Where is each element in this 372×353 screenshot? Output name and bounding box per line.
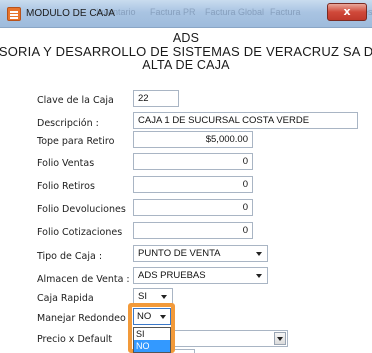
redondeo-value: NO — [137, 311, 152, 322]
redondeo-dropdown-list: SI NO — [133, 327, 171, 353]
chevron-down-icon — [277, 337, 283, 341]
dropdown-button[interactable] — [274, 332, 286, 345]
dropdown-option-si[interactable]: SI — [134, 328, 170, 340]
clave-input[interactable]: 22 — [133, 90, 179, 107]
chevron-down-icon — [160, 315, 166, 319]
tipo-caja-select[interactable]: PUNTO DE VENTA — [133, 245, 268, 262]
background-window-title: Factura Global — [205, 7, 265, 17]
company-short-name: ADS — [172, 31, 200, 45]
folio-retiros-input[interactable]: 0 — [133, 176, 253, 193]
folio-devoluciones-input[interactable]: 0 — [133, 199, 253, 216]
tope-label: Tope para Retiro — [37, 136, 115, 147]
tipo-caja-label: Tipo de Caja : — [37, 251, 103, 262]
redondeo-label: Manejar Redondeo — [37, 313, 126, 324]
window-title: MODULO DE CAJA — [26, 8, 115, 19]
almacen-value: ADS PRUEBAS — [138, 270, 206, 281]
app-icon — [7, 7, 21, 21]
tope-input[interactable]: $5,000.00 — [133, 131, 253, 148]
chevron-down-icon — [161, 295, 167, 299]
folio-devoluciones-label: Folio Devoluciones — [37, 204, 126, 215]
close-button[interactable]: x — [327, 3, 367, 21]
title-bar: Inventario Factura PR Factura Global Fac… — [0, 0, 372, 28]
background-window-title: Factura — [270, 7, 301, 17]
folio-ventas-input[interactable]: 0 — [133, 153, 253, 170]
folio-ventas-label: Folio Ventas — [37, 158, 95, 169]
redondeo-select[interactable]: NO — [133, 308, 171, 325]
almacen-label: Almacen de Venta : — [37, 274, 130, 285]
page-title: ALTA DE CAJA — [142, 58, 230, 72]
clave-label: Clave de la Caja — [37, 95, 114, 106]
chevron-down-icon — [256, 274, 262, 278]
folio-cotizaciones-label: Folio Cotizaciones — [37, 227, 123, 238]
chevron-down-icon — [256, 252, 262, 256]
company-full-name: ESORIA Y DESARROLLO DE SISTEMAS DE VERAC… — [0, 44, 372, 59]
folio-cotizaciones-input[interactable]: 0 — [133, 222, 253, 239]
background-window-title: Factura PR — [150, 7, 196, 17]
almacen-select[interactable]: ADS PRUEBAS — [133, 267, 268, 284]
tipo-caja-value: PUNTO DE VENTA — [138, 248, 221, 259]
dropdown-option-no[interactable]: NO — [134, 340, 170, 352]
precio-default-label: Precio x Default — [37, 334, 113, 345]
folio-retiros-label: Folio Retiros — [37, 181, 95, 192]
caja-rapida-value: SI — [138, 291, 147, 302]
descripcion-label: Descripción : — [37, 118, 99, 129]
precio-default-select[interactable] — [168, 330, 288, 347]
descripcion-input[interactable]: CAJA 1 DE SUCURSAL COSTA VERDE — [133, 112, 358, 129]
caja-rapida-label: Caja Rapida — [37, 293, 94, 304]
